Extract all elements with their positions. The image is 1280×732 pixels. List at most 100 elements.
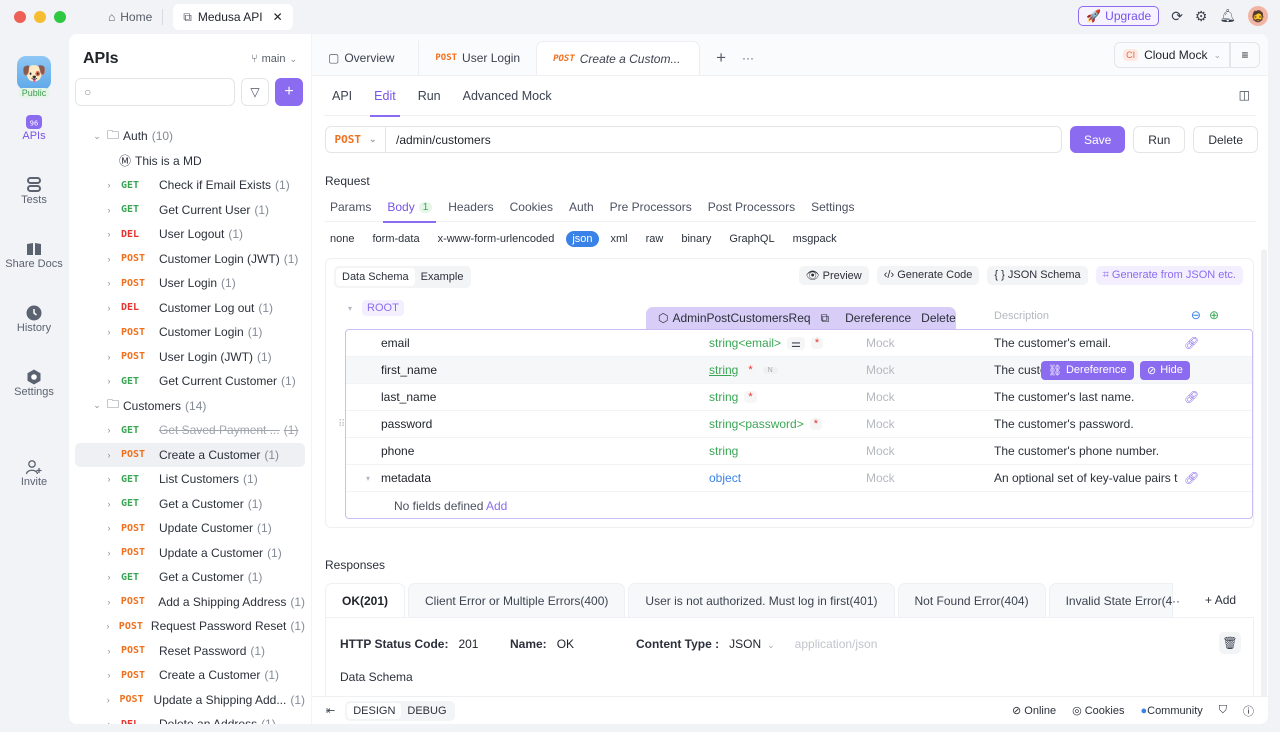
debug-mode-button[interactable]: DEBUG xyxy=(401,703,452,719)
bell-icon[interactable]: 🔔︎ xyxy=(1219,8,1236,24)
rail-item-invite[interactable]: Invite xyxy=(0,458,68,488)
main-scrollbar[interactable] xyxy=(1261,249,1267,719)
mock-input[interactable]: Mock xyxy=(866,336,895,350)
panel-toggle-icon[interactable]: ◫ xyxy=(1239,88,1250,102)
maximize-window-button[interactable] xyxy=(54,11,66,23)
mock-input[interactable]: Mock xyxy=(866,363,895,377)
cookies-button[interactable]: ◎ Cookies xyxy=(1072,704,1124,717)
rail-item-settings[interactable]: Settings xyxy=(0,368,68,398)
delete-button[interactable]: Delete xyxy=(1193,126,1258,153)
open-external-icon[interactable]: ⧉ xyxy=(821,311,830,326)
add-field-link[interactable]: Add xyxy=(486,499,507,513)
tab-edit[interactable]: Edit xyxy=(370,76,400,117)
schema-ref-name[interactable]: AdminPostCustomersReq xyxy=(672,311,810,325)
request-tab-settings[interactable]: Settings xyxy=(811,192,854,222)
nullable-badge[interactable]: N xyxy=(762,366,778,374)
environment-selector[interactable]: CI Cloud Mock ⌄ xyxy=(1114,42,1230,68)
rail-item-apis[interactable]: 96 APIs xyxy=(0,114,68,142)
schema-field-row[interactable]: ⠿ password string<password> * Mock The custom… xyxy=(338,411,1252,438)
mock-input[interactable]: Mock xyxy=(866,471,895,485)
field-type[interactable]: string * N xyxy=(709,363,778,377)
rail-item-share-docs[interactable]: Share Docs xyxy=(0,240,68,270)
tab-run[interactable]: Run xyxy=(418,76,441,116)
field-name[interactable]: password xyxy=(381,417,432,431)
request-tab-pre-processors[interactable]: Pre Processors xyxy=(610,192,692,222)
help-icon[interactable]: ⓘ xyxy=(1243,703,1254,719)
tab-overview[interactable]: ▢ Overview xyxy=(312,41,410,75)
body-type-raw[interactable]: raw xyxy=(646,233,664,245)
link-icon[interactable]: 🔗︎ xyxy=(1184,390,1199,404)
more-tabs-button[interactable]: ··· xyxy=(742,41,770,75)
add-button[interactable]: + xyxy=(275,78,303,106)
api-endpoint-item[interactable]: › POST Update a Shipping Add... (1) xyxy=(75,688,305,713)
api-endpoint-item[interactable]: › DEL Delete an Address (1) xyxy=(75,712,305,724)
request-tab-cookies[interactable]: Cookies xyxy=(510,192,553,222)
more-options-icon[interactable]: ⊖ xyxy=(1191,308,1201,322)
save-button[interactable]: Save xyxy=(1069,126,1126,153)
schema-field-row[interactable]: ▾ metadata object Mock An optional set of ke… xyxy=(346,465,1252,492)
upgrade-button[interactable]: 🚀 Upgrade xyxy=(1078,6,1160,26)
api-endpoint-item[interactable]: › GET Check if Email Exists (1) xyxy=(75,173,305,198)
content-type-select[interactable]: JSON xyxy=(729,637,761,651)
new-tab-button[interactable]: + xyxy=(700,41,742,75)
api-endpoint-item[interactable]: › POST User Login (JWT) (1) xyxy=(75,345,305,370)
api-endpoint-item[interactable]: › GET Get Current User (1) xyxy=(75,198,305,223)
tree-search-input[interactable]: ○ xyxy=(75,78,235,106)
example-tab[interactable]: Example xyxy=(415,268,470,286)
dereference-link[interactable]: Dereference xyxy=(845,311,911,325)
json-schema-button[interactable]: { } JSON Schema xyxy=(987,266,1088,285)
schema-field-row[interactable]: phone string Mock The customer's phone numb… xyxy=(346,438,1252,465)
rail-item-history[interactable]: History xyxy=(0,304,68,334)
field-type[interactable]: string * xyxy=(709,390,757,404)
required-icon[interactable]: * xyxy=(744,391,757,403)
field-name[interactable]: phone xyxy=(381,444,414,458)
format-settings-icon[interactable]: ⚌ xyxy=(787,336,805,350)
hide-button[interactable]: ⊘ Hide xyxy=(1140,360,1190,380)
trash-icon[interactable]: 🗑︎ xyxy=(1219,632,1241,654)
delete-ref-link[interactable]: Delete xyxy=(921,311,956,325)
minimize-window-button[interactable] xyxy=(34,11,46,23)
field-description[interactable]: The custo xyxy=(994,363,1047,377)
close-window-button[interactable] xyxy=(14,11,26,23)
body-type-x-www-form-urlencoded[interactable]: x-www-form-urlencoded xyxy=(438,233,555,245)
request-tab-auth[interactable]: Auth xyxy=(569,192,594,222)
markdown-doc-item[interactable]: Ⓜ This is a MD xyxy=(75,149,305,174)
rail-item-tests[interactable]: Tests xyxy=(0,176,68,206)
api-endpoint-item[interactable]: › DEL User Logout (1) xyxy=(75,222,305,247)
api-endpoint-item[interactable]: › GET Get a Customer (1) xyxy=(75,492,305,517)
method-select[interactable]: POST ⌄ xyxy=(326,127,386,152)
api-endpoint-item[interactable]: › POST Reset Password (1) xyxy=(75,639,305,664)
api-endpoint-item[interactable]: › POST Update Customer (1) xyxy=(75,516,305,541)
url-input[interactable]: /admin/customers xyxy=(386,133,491,147)
body-type-json[interactable]: json xyxy=(566,231,599,247)
mock-input[interactable]: Mock xyxy=(866,417,895,431)
folder-auth[interactable]: ⌄ 🗀 Auth (10) xyxy=(75,124,305,149)
required-icon[interactable]: * xyxy=(744,364,757,376)
mock-input[interactable]: Mock xyxy=(866,390,895,404)
request-tab-body[interactable]: Body 1 xyxy=(383,192,437,223)
collapse-icon[interactable]: ▾ xyxy=(366,474,370,483)
field-type[interactable]: string<password> * xyxy=(709,417,822,431)
link-icon[interactable]: 🔗︎ xyxy=(1184,336,1199,350)
response-tab[interactable]: Client Error or Multiple Errors(400) xyxy=(408,583,626,617)
schema-field-row[interactable]: first_name string * N Mock The custo ⛓ Derefere… xyxy=(346,357,1252,384)
field-name[interactable]: email xyxy=(381,336,410,350)
response-tab[interactable]: Invalid State Error(409 xyxy=(1048,583,1173,617)
status-code-value[interactable]: 201 xyxy=(458,637,478,651)
body-type-xml[interactable]: xml xyxy=(611,233,628,245)
api-endpoint-item[interactable]: › POST Customer Login (1) xyxy=(75,320,305,345)
add-field-icon[interactable]: ⊕ xyxy=(1209,308,1219,322)
field-type[interactable]: string xyxy=(709,444,738,458)
field-name[interactable]: first_name xyxy=(381,363,437,377)
tab-advanced-mock[interactable]: Advanced Mock xyxy=(463,76,552,116)
folder-customers[interactable]: ⌄ 🗀 Customers (14) xyxy=(75,394,305,419)
project-tab[interactable]: ⧉ Medusa API ✕ xyxy=(173,4,293,30)
home-tab[interactable]: ⌂ Home xyxy=(108,10,152,24)
api-endpoint-item[interactable]: › POST User Login (1) xyxy=(75,271,305,296)
schema-field-row[interactable]: last_name string * Mock The customer's last … xyxy=(346,384,1252,411)
api-endpoint-item[interactable]: › GET Get a Customer (1) xyxy=(75,565,305,590)
data-schema-tab[interactable]: Data Schema xyxy=(336,268,415,286)
run-button[interactable]: Run xyxy=(1133,126,1186,153)
online-status[interactable]: ⊘ Online xyxy=(1012,704,1056,717)
preview-button[interactable]: 👁︎ Preview xyxy=(798,266,869,285)
